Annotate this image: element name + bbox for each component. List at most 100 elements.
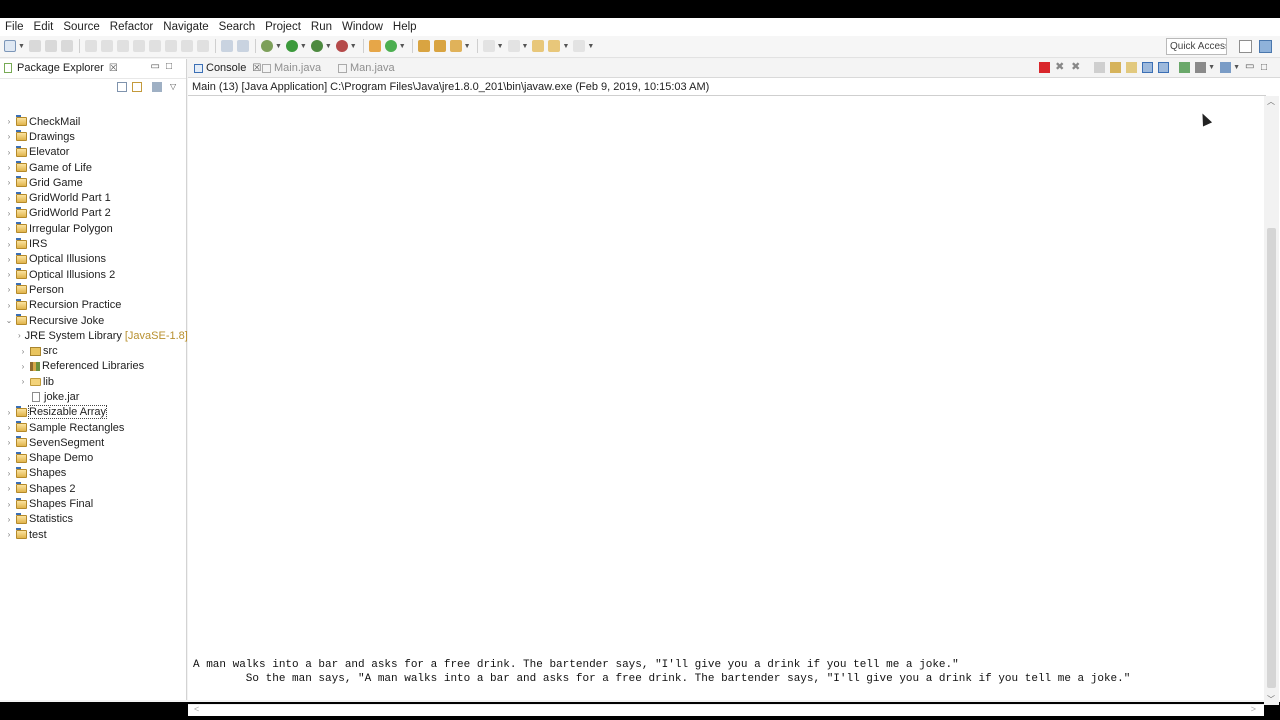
tree-item[interactable]: › Shapes Final <box>0 496 186 511</box>
link-with-editor-icon[interactable] <box>132 82 142 92</box>
new-icon[interactable] <box>4 40 16 52</box>
expanded-arrow-icon[interactable]: ⌄ <box>4 316 14 325</box>
tree-item[interactable]: › lib <box>0 374 186 389</box>
tree-item[interactable]: › Sample Rectangles <box>0 420 186 435</box>
back-dropdown-icon[interactable]: ▼ <box>562 43 569 50</box>
collapsed-arrow-icon[interactable]: › <box>4 408 14 417</box>
collapsed-arrow-icon[interactable]: › <box>4 117 14 126</box>
maximize-icon[interactable]: □ <box>166 61 178 72</box>
new-dropdown-icon[interactable]: ▼ <box>18 43 25 50</box>
tree-item[interactable]: › Shape Demo <box>0 451 186 466</box>
coverage-icon[interactable] <box>310 40 323 52</box>
collapsed-arrow-icon[interactable]: › <box>4 301 14 310</box>
open-task-icon[interactable] <box>433 40 446 52</box>
collapsed-arrow-icon[interactable]: › <box>4 240 14 249</box>
resume-icon[interactable] <box>100 40 113 52</box>
collapsed-arrow-icon[interactable]: › <box>4 163 14 172</box>
tree-item[interactable]: › src <box>0 343 186 358</box>
open-type-icon[interactable] <box>417 40 430 52</box>
collapse-all-icon[interactable] <box>117 82 127 92</box>
menu-source[interactable]: Source <box>63 21 99 33</box>
minimize-icon[interactable]: ▭ <box>1245 62 1256 73</box>
collapsed-arrow-icon[interactable]: › <box>4 515 14 524</box>
toggle-comment-icon[interactable] <box>220 40 233 52</box>
tree-item[interactable]: › Statistics <box>0 512 186 527</box>
menu-project[interactable]: Project <box>265 21 301 33</box>
tree-item[interactable]: › Optical Illusions <box>0 252 186 267</box>
collapsed-arrow-icon[interactable]: › <box>4 500 14 509</box>
minimize-icon[interactable]: ▭ <box>151 61 166 72</box>
coverage-dropdown-icon[interactable]: ▼ <box>325 43 332 50</box>
collapsed-arrow-icon[interactable]: › <box>18 347 28 356</box>
tree-item[interactable]: › Irregular Polygon <box>0 221 186 236</box>
tree-item[interactable]: › IRS <box>0 236 186 251</box>
horizontal-scrollbar[interactable]: < > <box>188 704 1264 716</box>
tree-item[interactable]: › Game of Life <box>0 160 186 175</box>
collapsed-arrow-icon[interactable]: › <box>18 377 28 386</box>
tab-main-java[interactable]: Main.java <box>262 62 321 74</box>
properties-icon[interactable] <box>60 40 73 52</box>
tree-item[interactable]: › CheckMail <box>0 114 186 129</box>
debug-dropdown-icon[interactable]: ▼ <box>275 43 282 50</box>
save-all-icon[interactable] <box>44 40 57 52</box>
menu-navigate[interactable]: Navigate <box>163 21 208 33</box>
collapsed-arrow-icon[interactable]: › <box>4 438 14 447</box>
remove-all-terminated-icon[interactable]: ✖ <box>1071 62 1082 73</box>
show-on-stderr-icon[interactable] <box>1158 62 1170 73</box>
tree-item[interactable]: › Elevator <box>0 145 186 160</box>
vertical-scrollbar[interactable]: ︿ ﹀ <box>1264 96 1279 705</box>
collapsed-arrow-icon[interactable]: › <box>4 255 14 264</box>
previous-annotation-dropdown-icon[interactable]: ▼ <box>522 43 529 50</box>
view-menu-icon[interactable]: ▽ <box>170 82 180 92</box>
show-on-stdout-icon[interactable] <box>1142 62 1154 73</box>
scroll-down-icon[interactable]: ﹀ <box>1267 694 1275 705</box>
terminate-icon[interactable] <box>132 40 145 52</box>
open-perspective-icon[interactable] <box>1239 40 1252 53</box>
console-output[interactable]: A man walks into a bar and asks for a fr… <box>193 659 1130 686</box>
tree-item[interactable]: › Grid Game <box>0 175 186 190</box>
new-class-dropdown-icon[interactable]: ▼ <box>399 43 406 50</box>
scroll-left-icon[interactable]: < <box>194 704 199 714</box>
collapsed-arrow-icon[interactable]: › <box>4 285 14 294</box>
menu-file[interactable]: File <box>5 21 24 33</box>
pin-console-icon[interactable] <box>1179 62 1191 73</box>
tab-console[interactable]: Console ☒ <box>194 62 261 74</box>
step-return-icon[interactable] <box>196 40 209 52</box>
tab-man-java[interactable]: Man.java <box>338 62 395 74</box>
search-icon[interactable] <box>449 40 462 52</box>
menu-refactor[interactable]: Refactor <box>110 21 153 33</box>
save-icon[interactable] <box>28 40 41 52</box>
tree-item[interactable]: › Recursion Practice <box>0 298 186 313</box>
clear-console-icon[interactable] <box>1094 62 1106 73</box>
maximize-icon[interactable]: □ <box>1261 62 1272 73</box>
suspend-icon[interactable] <box>116 40 129 52</box>
close-icon[interactable]: ☒ <box>252 63 261 74</box>
forward-dropdown-icon[interactable]: ▼ <box>587 43 594 50</box>
scroll-up-icon[interactable]: ︿ <box>1267 96 1275 107</box>
collapsed-arrow-icon[interactable]: › <box>4 484 14 493</box>
skip-breakpoints-icon[interactable] <box>84 40 97 52</box>
step-into-icon[interactable] <box>164 40 177 52</box>
last-edit-location-icon[interactable] <box>532 40 545 52</box>
menu-help[interactable]: Help <box>393 21 417 33</box>
new-class-icon[interactable] <box>384 40 397 52</box>
java-perspective-icon[interactable] <box>1259 40 1272 53</box>
disconnect-icon[interactable] <box>148 40 161 52</box>
scroll-right-icon[interactable]: > <box>1251 704 1256 714</box>
tree-item[interactable]: › Shapes <box>0 466 186 481</box>
tab-package-explorer[interactable]: Package Explorer ☒ <box>4 62 118 74</box>
collapsed-arrow-icon[interactable]: › <box>4 132 14 141</box>
display-console-dropdown-icon[interactable]: ▼ <box>1208 64 1215 71</box>
collapsed-arrow-icon[interactable]: › <box>4 178 14 187</box>
previous-annotation-icon[interactable] <box>507 40 520 52</box>
forward-icon[interactable] <box>573 40 586 52</box>
collapsed-arrow-icon[interactable]: › <box>4 454 14 463</box>
new-java-project-icon[interactable] <box>368 40 381 52</box>
close-icon[interactable]: ☒ <box>109 63 118 74</box>
hierarchy-icon[interactable] <box>236 40 249 52</box>
collapsed-arrow-icon[interactable]: › <box>4 423 14 432</box>
tree-item[interactable]: › SevenSegment <box>0 435 186 450</box>
debug-icon[interactable] <box>260 40 273 52</box>
tree-item[interactable]: › JRE System Library [JavaSE-1.8] <box>0 328 188 343</box>
next-annotation-dropdown-icon[interactable]: ▼ <box>497 43 504 50</box>
